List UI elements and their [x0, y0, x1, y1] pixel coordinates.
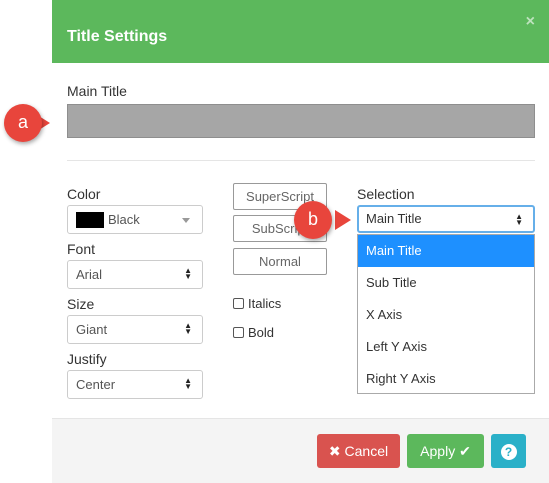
close-icon[interactable]: ×: [526, 14, 535, 30]
font-select[interactable]: Arial ▲ ▼: [67, 260, 203, 289]
color-value: Black: [108, 212, 140, 227]
sort-arrows-icon: ▲ ▼: [515, 211, 523, 227]
apply-label: Apply: [420, 443, 456, 459]
color-picker[interactable]: Black: [67, 205, 203, 234]
dropdown-option[interactable]: Sub Title: [358, 267, 534, 299]
selection-value: Main Title: [366, 211, 422, 226]
callout-b-arrow: [335, 210, 351, 230]
selection-label: Selection: [357, 186, 415, 202]
question-icon: ?: [500, 444, 517, 460]
main-title-label: Main Title: [67, 83, 127, 99]
size-value: Giant: [76, 322, 108, 337]
dropdown-option[interactable]: Right Y Axis: [358, 363, 534, 395]
help-button[interactable]: ?: [491, 434, 526, 468]
font-label: Font: [67, 241, 96, 257]
callout-a: a: [4, 104, 42, 142]
bold-label: Bold: [248, 325, 275, 340]
checkbox-box[interactable]: [233, 298, 244, 309]
dropdown-option[interactable]: X Axis: [358, 299, 534, 331]
sort-arrows-icon: ▲ ▼: [184, 266, 192, 282]
title-settings-dialog: Title Settings × Main Title Color Black …: [52, 0, 549, 483]
check-icon: ✔: [455, 443, 471, 459]
justify-select[interactable]: Center ▲ ▼: [67, 370, 203, 399]
close-icon: ✖: [328, 443, 345, 459]
italics-label: Italics: [248, 296, 282, 311]
bold-checkbox[interactable]: Bold: [233, 326, 274, 340]
color-swatch: [76, 211, 104, 228]
dialog-footer: ✖ Cancel Apply ✔ ?: [52, 418, 549, 483]
cancel-label: Cancel: [344, 443, 389, 459]
checkbox-box[interactable]: [233, 327, 244, 338]
divider: [67, 160, 535, 161]
font-value: Arial: [76, 267, 103, 282]
color-label: Color: [67, 186, 101, 202]
size-label: Size: [67, 296, 95, 312]
size-select[interactable]: Giant ▲ ▼: [67, 315, 203, 344]
normal-button[interactable]: Normal: [233, 248, 327, 275]
dropdown-option[interactable]: Main Title: [358, 235, 534, 267]
dialog-title: Title Settings: [67, 28, 168, 45]
justify-label: Justify: [67, 351, 107, 367]
main-title-input[interactable]: [67, 104, 535, 138]
sort-arrows-icon: ▲ ▼: [184, 376, 192, 392]
dropdown-option[interactable]: Left Y Axis: [358, 331, 534, 363]
dialog-header: Title Settings ×: [52, 0, 549, 63]
cancel-button[interactable]: ✖ Cancel: [317, 434, 400, 468]
italics-checkbox[interactable]: Italics: [233, 297, 281, 311]
selection-select[interactable]: Main Title ▲ ▼: [357, 205, 535, 233]
callout-b: b: [294, 201, 332, 239]
justify-value: Center: [76, 377, 116, 392]
selection-dropdown: Main Title Sub Title X Axis Left Y Axis …: [357, 234, 535, 394]
chevron-down-icon: [182, 218, 190, 223]
apply-button[interactable]: Apply ✔: [407, 434, 484, 468]
sort-arrows-icon: ▲ ▼: [184, 321, 192, 337]
